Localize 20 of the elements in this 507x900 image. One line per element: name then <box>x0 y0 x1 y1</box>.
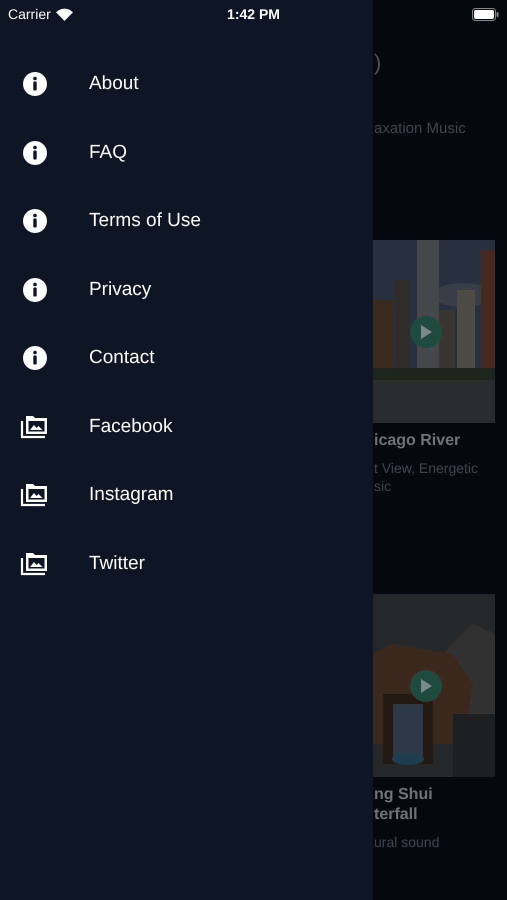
play-icon <box>419 324 433 340</box>
card-title: icago River <box>374 431 462 451</box>
wifi-icon <box>56 8 73 20</box>
menu-item[interactable]: Instagram <box>0 461 373 530</box>
menu-item[interactable]: Privacy <box>0 256 373 324</box>
menu-item[interactable]: Contact <box>0 324 373 392</box>
clock-time: 1:42 PM <box>227 4 280 24</box>
menu-item[interactable]: Twitter <box>0 530 373 598</box>
menu-item[interactable]: Terms of Use <box>0 187 373 256</box>
card-subtitle: ural sound <box>374 833 440 851</box>
card-subtitle: t View, Energetic sic <box>374 459 480 495</box>
card-title: ng Shui terfall <box>374 785 434 825</box>
menu-item[interactable]: FAQ <box>0 118 373 187</box>
battery-icon <box>472 8 499 20</box>
menu-item[interactable]: About <box>0 50 373 118</box>
subtitle-text: axation Music <box>374 119 466 139</box>
play-icon <box>419 678 433 694</box>
heading-text: ) <box>374 49 382 77</box>
menu-item[interactable]: Facebook <box>0 392 373 461</box>
carrier-label: Carrier <box>8 4 51 24</box>
